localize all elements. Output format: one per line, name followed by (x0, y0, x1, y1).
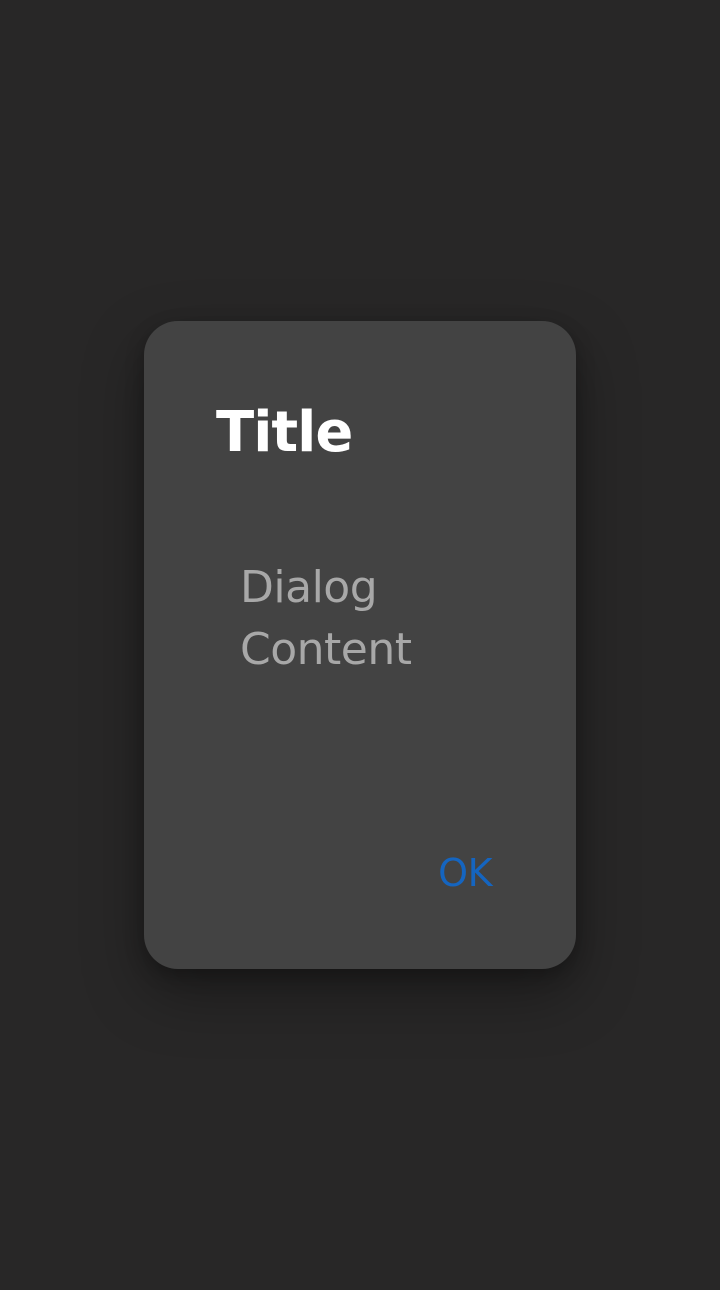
ok-button[interactable]: OK (438, 847, 492, 899)
alert-dialog: Title Dialog Content OK (144, 321, 576, 969)
dialog-title: Title (216, 400, 353, 465)
dialog-actions: OK (438, 847, 492, 899)
dialog-content: Dialog Content (240, 562, 412, 675)
